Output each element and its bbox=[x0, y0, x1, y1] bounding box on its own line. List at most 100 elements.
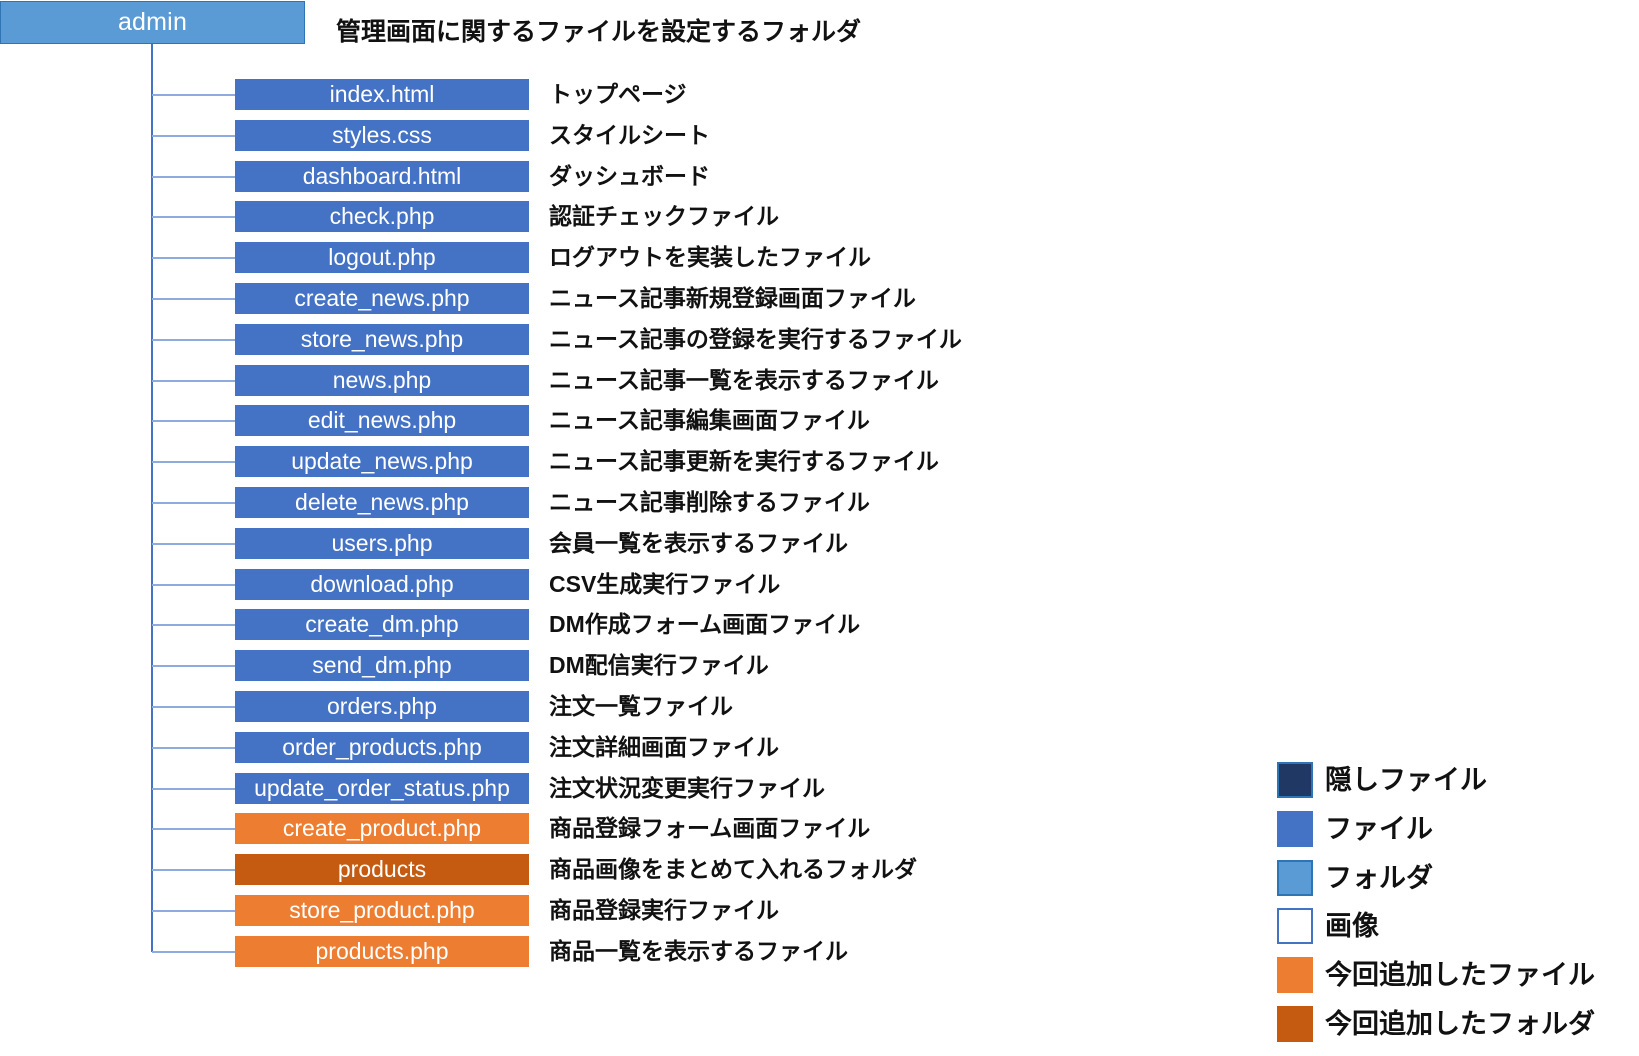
node-box-create_product-php[interactable]: create_product.php bbox=[235, 813, 529, 845]
tree-connector-line bbox=[152, 746, 235, 749]
node-box-order_products-php[interactable]: order_products.php bbox=[235, 731, 529, 763]
node-label: store_news.php bbox=[300, 325, 464, 352]
node-description: 商品登録フォーム画面ファイル bbox=[549, 815, 871, 842]
node-description: 会員一覧を表示するファイル bbox=[549, 529, 848, 556]
legend-swatch-icon bbox=[1277, 908, 1313, 945]
node-label: edit_news.php bbox=[307, 407, 457, 434]
node-box-logout-php[interactable]: logout.php bbox=[235, 242, 529, 274]
legend-label: フォルダ bbox=[1325, 862, 1433, 893]
tree-row: delete_news.php ニュース記事削除するファイル bbox=[0, 487, 1639, 528]
node-description: 商品登録実行ファイル bbox=[549, 897, 779, 923]
tree-row: styles.css スタイルシート bbox=[0, 119, 1639, 161]
tree-connector-line bbox=[152, 338, 235, 341]
node-label: create_news.php bbox=[294, 285, 470, 311]
tree-connector-line bbox=[152, 461, 235, 464]
node-box-products-php[interactable]: products.php bbox=[235, 935, 529, 967]
node-box-update_order_status-php[interactable]: update_order_status.php bbox=[235, 772, 529, 804]
legend-label: 今回追加したフォルダ bbox=[1325, 1009, 1595, 1039]
legend-label: 画像 bbox=[1325, 911, 1379, 942]
tree-row: index.html トップページ bbox=[0, 79, 1639, 120]
tree-connector-line bbox=[152, 134, 235, 137]
node-description: DM作成フォーム画面ファイル bbox=[549, 611, 861, 638]
tree-connector-line bbox=[152, 665, 235, 668]
node-description: ダッシュボード bbox=[549, 162, 710, 189]
tree-row: users.php 会員一覧を表示するファイル bbox=[0, 527, 1639, 569]
node-description: ニュース記事編集画面ファイル bbox=[549, 407, 870, 434]
tree-connector-line bbox=[152, 950, 235, 953]
tree-connector-line bbox=[152, 298, 235, 300]
tree-row: store_news.php ニュース記事の登録を実行するファイル bbox=[0, 323, 1639, 365]
tree-connector-line bbox=[152, 583, 235, 586]
node-box-styles-css[interactable]: styles.css bbox=[235, 119, 529, 151]
tree-row: send_dm.php DM配信実行ファイル bbox=[0, 650, 1639, 691]
tree-row: create_news.php ニュース記事新規登録画面ファイル bbox=[0, 283, 1639, 324]
node-label: logout.php bbox=[328, 244, 436, 271]
root-folder-label: admin bbox=[117, 8, 188, 36]
legend-label: 隠しファイル bbox=[1325, 765, 1487, 795]
tree-connector-line bbox=[152, 828, 235, 831]
node-description: DM配信実行ファイル bbox=[549, 652, 769, 679]
tree-row: update_news.php ニュース記事更新を実行するファイル bbox=[0, 446, 1639, 487]
node-box-store_product-php[interactable]: store_product.php bbox=[235, 895, 529, 926]
node-label: send_dm.php bbox=[312, 652, 452, 679]
node-description: 商品一覧を表示するファイル bbox=[549, 937, 848, 964]
node-box-edit_news-php[interactable]: edit_news.php bbox=[235, 405, 529, 437]
tree-row: store_product.php 商品登録実行ファイル bbox=[0, 895, 1639, 936]
node-description: 注文状況変更実行ファイル bbox=[549, 774, 825, 801]
node-description: ニュース記事の登録を実行するファイル bbox=[549, 325, 962, 352]
node-box-users-php[interactable]: users.php bbox=[235, 527, 529, 559]
node-label: orders.php bbox=[327, 693, 437, 719]
legend-label: ファイル bbox=[1325, 813, 1433, 844]
node-box-dashboard-html[interactable]: dashboard.html bbox=[235, 160, 529, 192]
node-label: create_product.php bbox=[282, 815, 482, 842]
node-box-create_dm-php[interactable]: create_dm.php bbox=[235, 609, 529, 641]
node-box-update_news-php[interactable]: update_news.php bbox=[235, 446, 529, 478]
tree-connector-line bbox=[152, 175, 235, 178]
node-box-products[interactable]: products bbox=[235, 854, 529, 886]
tree-row: download.php CSV生成実行ファイル bbox=[0, 568, 1639, 610]
tree-row: logout.php ログアウトを実装したファイル bbox=[0, 242, 1639, 283]
tree-row: edit_news.php ニュース記事編集画面ファイル bbox=[0, 405, 1639, 446]
legend-swatch-icon bbox=[1277, 810, 1313, 847]
tree-connector-line bbox=[152, 787, 235, 790]
node-box-news-php[interactable]: news.php bbox=[235, 364, 529, 396]
node-box-delete_news-php[interactable]: delete_news.php bbox=[235, 487, 529, 518]
tree-row: news.php ニュース記事一覧を表示するファイル bbox=[0, 364, 1639, 406]
tree-connector-line bbox=[152, 869, 235, 872]
tree-connector-line bbox=[152, 420, 235, 423]
node-label: update_order_status.php bbox=[254, 774, 510, 801]
legend-swatch-icon bbox=[1277, 957, 1313, 994]
root-folder-box[interactable]: admin bbox=[0, 1, 305, 44]
node-box-create_news-php[interactable]: create_news.php bbox=[235, 283, 529, 314]
node-label: store_product.php bbox=[289, 897, 475, 923]
node-box-orders-php[interactable]: orders.php bbox=[235, 691, 529, 722]
node-description: スタイルシート bbox=[549, 121, 710, 148]
node-description: トップページ bbox=[549, 81, 687, 107]
legend-swatch-icon bbox=[1277, 859, 1313, 896]
node-description: ログアウトを実装したファイル bbox=[549, 244, 871, 271]
node-label: news.php bbox=[332, 366, 432, 393]
node-label: index.html bbox=[329, 81, 435, 107]
tree-row: create_dm.php DM作成フォーム画面ファイル bbox=[0, 609, 1639, 650]
tree-connector-line bbox=[152, 624, 235, 627]
legend-swatch-icon bbox=[1277, 762, 1313, 798]
node-description: ニュース記事更新を実行するファイル bbox=[549, 448, 939, 475]
tree-connector-line bbox=[152, 910, 235, 912]
node-box-check-php[interactable]: check.php bbox=[235, 201, 529, 233]
node-box-download-php[interactable]: download.php bbox=[235, 568, 529, 600]
node-description: 注文詳細画面ファイル bbox=[549, 733, 779, 760]
node-label: check.php bbox=[329, 203, 435, 230]
tree-connector-line bbox=[152, 379, 235, 382]
root-folder-description: 管理画面に関するファイルを設定するフォルダ bbox=[336, 18, 862, 46]
node-box-index-html[interactable]: index.html bbox=[235, 79, 529, 110]
node-description: ニュース記事削除するファイル bbox=[549, 489, 870, 515]
node-label: products bbox=[337, 856, 427, 883]
node-label: users.php bbox=[331, 529, 433, 556]
tree-row: check.php 認証チェックファイル bbox=[0, 201, 1639, 242]
node-description: ニュース記事一覧を表示するファイル bbox=[549, 366, 939, 393]
tree-row: dashboard.html ダッシュボード bbox=[0, 160, 1639, 202]
legend-swatch-icon bbox=[1277, 1006, 1313, 1042]
node-label: download.php bbox=[310, 570, 454, 597]
node-box-store_news-php[interactable]: store_news.php bbox=[235, 323, 529, 355]
node-box-send_dm-php[interactable]: send_dm.php bbox=[235, 650, 529, 682]
